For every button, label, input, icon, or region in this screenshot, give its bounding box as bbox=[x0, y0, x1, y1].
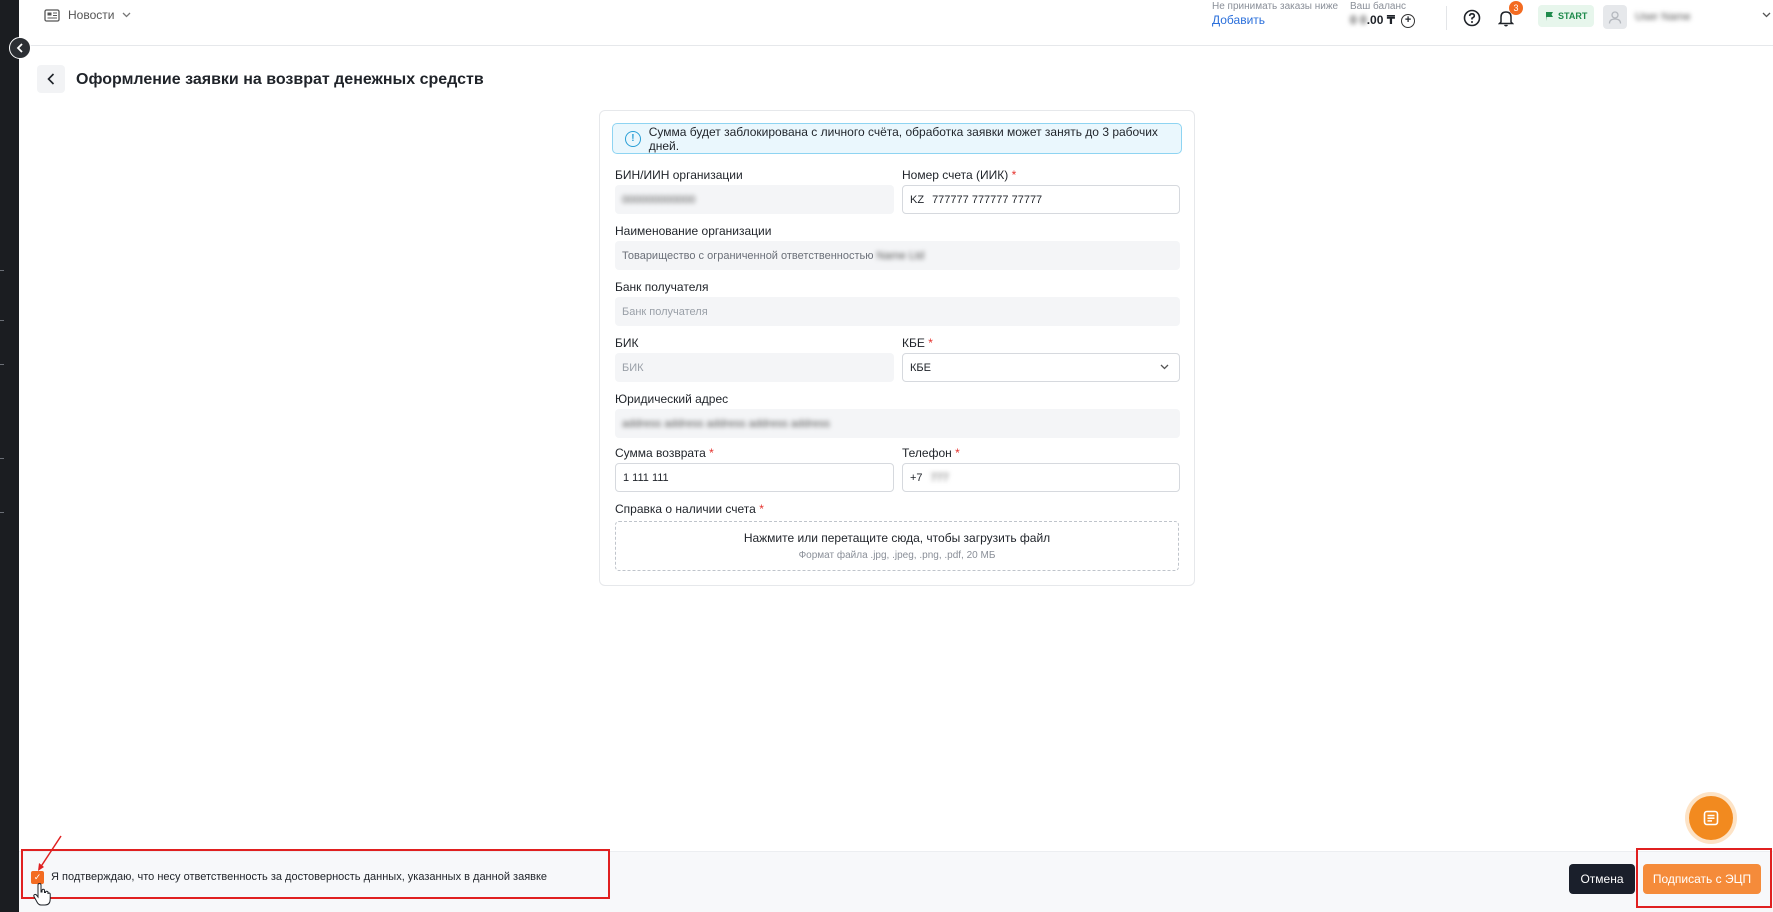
bin-label: БИН/ИИН организации bbox=[615, 168, 743, 182]
left-rail bbox=[0, 0, 19, 912]
reject-orders-block: Не принимать заказы ниже Добавить bbox=[1212, 0, 1338, 29]
newspaper-icon bbox=[44, 8, 60, 22]
bik-field: БИК bbox=[615, 353, 894, 382]
user-name[interactable]: User Name bbox=[1635, 11, 1735, 23]
info-text: Сумма будет заблокирована с личного счёт… bbox=[648, 124, 1158, 153]
rail-mark bbox=[0, 320, 4, 321]
help-icon bbox=[1463, 9, 1481, 27]
flag-icon bbox=[1546, 12, 1553, 21]
phone-input[interactable]: +7 777 bbox=[902, 463, 1180, 492]
chevron-left-icon bbox=[16, 43, 23, 53]
kbe-label: КБЕ * bbox=[902, 336, 933, 350]
confirm-text: Я подтверждаю, что несу ответственность … bbox=[51, 871, 548, 883]
balance-hidden-amount: 0 0 bbox=[1350, 13, 1367, 27]
phone-value: 777 bbox=[930, 471, 949, 484]
rail-mark bbox=[0, 512, 4, 513]
chat-icon bbox=[1703, 810, 1719, 826]
bin-field: 000000000000 bbox=[615, 185, 894, 214]
news-label: Новости bbox=[68, 8, 115, 22]
address-field: address address address address address bbox=[615, 409, 1180, 438]
news-menu[interactable]: Новости bbox=[44, 8, 131, 22]
sign-with-eds-button[interactable]: Подписать с ЭЦП bbox=[1643, 864, 1761, 894]
balance-value: 0 0.00 ₸ + bbox=[1350, 13, 1416, 29]
org-name-label: Наименование организации bbox=[615, 224, 772, 238]
org-name-hidden: Name Ltd bbox=[876, 249, 925, 262]
help-button[interactable] bbox=[1461, 7, 1483, 29]
account-label: Номер счета (ИИК) * bbox=[902, 168, 1017, 182]
info-banner: ! Сумма будет заблокирована с личного сч… bbox=[612, 123, 1182, 154]
address-value: address address address address address bbox=[622, 417, 830, 430]
amount-input[interactable]: 1 111 111 bbox=[615, 463, 894, 492]
refund-form-card: ! Сумма будет заблокирована с личного сч… bbox=[599, 110, 1195, 586]
info-icon: ! bbox=[625, 130, 641, 147]
avatar[interactable] bbox=[1603, 5, 1627, 29]
balance-block: Ваш баланс 0 0.00 ₸ + bbox=[1350, 0, 1416, 29]
page-title: Оформление заявки на возврат денежных ср… bbox=[76, 71, 484, 88]
account-value: 777777 777777 77777 bbox=[932, 193, 1043, 206]
cancel-button[interactable]: Отмена bbox=[1569, 864, 1635, 894]
rail-mark bbox=[0, 270, 4, 271]
kbe-selected-value: КБЕ bbox=[910, 361, 931, 374]
balance-label: Ваш баланс bbox=[1350, 1, 1407, 12]
add-min-order-link[interactable]: Добавить bbox=[1212, 13, 1338, 29]
plan-badge-label: START bbox=[1558, 11, 1588, 21]
notifications-badge: 3 bbox=[1509, 1, 1523, 15]
phone-prefix: +7 bbox=[910, 471, 923, 484]
upload-hint: Формат файла .jpg, .jpeg, .png, .pdf, 20… bbox=[798, 550, 996, 561]
notifications-button[interactable]: 3 bbox=[1495, 1, 1523, 29]
bin-value: 000000000000 bbox=[622, 193, 696, 206]
org-name-field: Товарищество с ограниченной ответственно… bbox=[615, 241, 1180, 270]
chevron-left-icon bbox=[47, 73, 55, 85]
org-name-value: Товарищество с ограниченной ответственно… bbox=[622, 249, 874, 262]
certificate-label: Справка о наличии счета * bbox=[615, 502, 764, 516]
account-prefix: KZ bbox=[910, 193, 925, 206]
account-field[interactable]: KZ 777777 777777 77777 bbox=[902, 185, 1180, 214]
file-upload-dropzone[interactable]: Нажмите или перетащите сюда, чтобы загру… bbox=[615, 521, 1179, 571]
phone-label: Телефон * bbox=[902, 446, 960, 460]
rail-mark bbox=[0, 364, 4, 365]
balance-tail: .00 ₸ bbox=[1366, 13, 1396, 27]
chevron-down-icon bbox=[1160, 362, 1169, 373]
upload-title: Нажмите или перетащите сюда, чтобы загру… bbox=[743, 531, 1051, 545]
user-icon bbox=[1608, 11, 1622, 24]
top-header: Новости Не принимать заказы ниже Добавит… bbox=[19, 0, 1773, 46]
chevron-down-icon bbox=[1762, 12, 1771, 18]
header-divider bbox=[1446, 6, 1447, 30]
amount-label: Сумма возврата * bbox=[615, 446, 714, 460]
kbe-select[interactable]: КБЕ bbox=[902, 353, 1180, 382]
bank-field: Банк получателя bbox=[615, 297, 1180, 326]
plan-badge[interactable]: START bbox=[1538, 5, 1595, 27]
address-label: Юридический адрес bbox=[615, 392, 729, 406]
annotation-arrow bbox=[38, 835, 62, 871]
chat-button[interactable] bbox=[1689, 796, 1733, 840]
chevron-down-icon bbox=[122, 12, 131, 18]
user-menu-toggle[interactable] bbox=[1762, 9, 1771, 21]
plus-circle-icon[interactable]: + bbox=[1401, 13, 1416, 28]
rail-mark bbox=[0, 458, 4, 459]
collapse-sidebar-button[interactable] bbox=[9, 37, 31, 59]
bik-label: БИК bbox=[615, 336, 639, 350]
reject-orders-label: Не принимать заказы ниже bbox=[1212, 1, 1339, 12]
hand-cursor-icon bbox=[33, 883, 51, 906]
bank-label: Банк получателя bbox=[615, 280, 709, 294]
back-button[interactable] bbox=[37, 65, 65, 93]
